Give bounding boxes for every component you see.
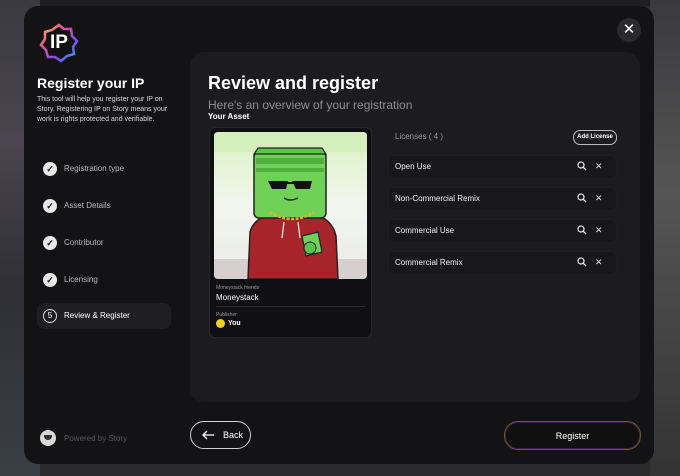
licenses-count-label: Licenses ( 4 )	[395, 132, 444, 141]
step-review-register[interactable]: 5 Review & Register	[37, 303, 171, 329]
search-icon[interactable]	[577, 257, 587, 267]
remove-license-icon[interactable]: ✕	[595, 256, 603, 268]
asset-card: Moneystack friends Moneystack Publisher …	[209, 127, 372, 338]
asset-heading: Your Asset	[208, 112, 250, 121]
page-title: Review and register	[208, 73, 379, 93]
page-subtitle: Here's an overview of your registration	[208, 98, 413, 112]
search-icon[interactable]	[577, 225, 587, 235]
publisher-name: You	[228, 320, 241, 327]
check-circle-icon: ✓	[43, 199, 57, 213]
moneystack-character-illustration	[247, 147, 339, 279]
check-circle-icon: ✓	[43, 236, 57, 250]
license-name: Commercial Use	[395, 226, 455, 235]
license-name: Commercial Remix	[395, 258, 463, 267]
back-label: Back	[223, 430, 244, 440]
step-label: Asset Details	[64, 201, 111, 210]
step-registration-type[interactable]: ✓ Registration type	[37, 156, 171, 182]
remove-license-icon[interactable]: ✕	[595, 160, 603, 172]
step-label: Contributor	[64, 238, 104, 247]
card-divider	[216, 306, 365, 307]
sidebar-description: This tool will help you register your IP…	[37, 96, 168, 123]
remove-license-icon[interactable]: ✕	[595, 224, 603, 236]
step-asset-details[interactable]: ✓ Asset Details	[37, 193, 171, 219]
ip-logo-text: IP	[50, 32, 68, 53]
license-row-commercial-use: Commercial Use ✕	[388, 219, 617, 243]
close-icon: ✕	[622, 21, 636, 38]
license-row-non-commercial-remix: Non-Commercial Remix ✕	[388, 187, 617, 211]
sidebar-title: Register your IP	[37, 75, 145, 91]
step-label: Licensing	[64, 275, 98, 284]
close-button[interactable]: ✕	[617, 18, 641, 42]
license-row-open-use: Open Use ✕	[388, 155, 617, 179]
remove-license-icon[interactable]: ✕	[595, 192, 603, 204]
powered-by-text: Powered by Story	[64, 434, 128, 443]
license-row-commercial-remix: Commercial Remix ✕	[388, 251, 617, 275]
back-button[interactable]: Back	[190, 421, 251, 449]
background-right-page	[650, 0, 680, 476]
step-label: Review & Register	[64, 311, 130, 320]
license-name: Non-Commercial Remix	[395, 194, 480, 203]
step-label: Registration type	[64, 164, 125, 173]
publisher-avatar	[216, 319, 225, 328]
register-label: Register	[555, 431, 590, 441]
story-logo-icon	[40, 430, 56, 446]
check-circle-icon: ✓	[43, 273, 57, 287]
add-license-button[interactable]: Add License	[573, 130, 617, 145]
check-circle-icon: ✓	[43, 162, 57, 176]
asset-image	[214, 132, 367, 279]
search-icon[interactable]	[577, 161, 587, 171]
step-licensing[interactable]: ✓ Licensing	[37, 267, 171, 293]
step-number-badge: 5	[43, 309, 57, 323]
publisher-label: Publisher	[216, 312, 237, 318]
asset-name: Moneystack	[216, 293, 259, 302]
asset-collection: Moneystack friends	[216, 285, 260, 291]
step-contributor[interactable]: ✓ Contributor	[37, 230, 171, 256]
register-button[interactable]: Register	[504, 421, 641, 450]
search-icon[interactable]	[577, 193, 587, 203]
license-name: Open Use	[395, 162, 432, 171]
ip-logo: IP	[39, 23, 79, 63]
arrow-left-icon	[202, 430, 214, 440]
